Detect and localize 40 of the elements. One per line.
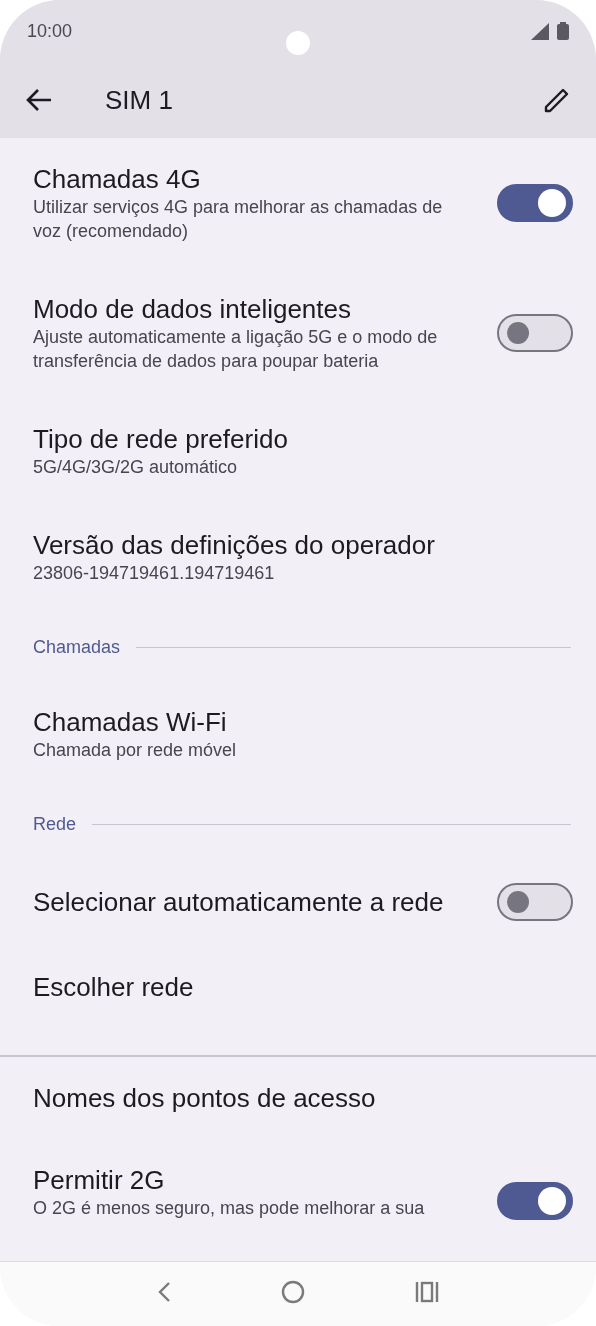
setting-title: Nomes dos pontos de acesso (33, 1082, 377, 1114)
setting-summary: O 2G é menos seguro, mas pode melhorar a sua (33, 1197, 426, 1220)
setting-title: Chamadas Wi-Fi (33, 706, 228, 738)
setting-title: Versão das definições do operador (33, 529, 436, 561)
settings-row[interactable]: Modo de dados inteligentes Ajuste automaticamente a ligação 5G e o modo de transferência de dados para poupar bateria (0, 268, 596, 398)
setting-title: Escolher rede (33, 971, 195, 1003)
setting-title: Tipo de rede preferido (33, 423, 289, 455)
setting-summary: 5G/4G/3G/2G automático (33, 456, 239, 479)
setting-title: Modo de dados inteligentes (33, 293, 352, 325)
settings-row[interactable]: Escolher rede (0, 946, 596, 1028)
battery-icon (557, 22, 569, 40)
home-nav-icon[interactable] (281, 1280, 305, 1304)
settings-row[interactable]: Versão das definições do operador 23806-194719461.194719461 (0, 504, 596, 610)
setting-title: Chamadas 4G (33, 163, 202, 195)
settings-row[interactable]: Nomes dos pontos de acesso (0, 1057, 596, 1139)
signal-icon (531, 22, 549, 40)
setting-summary: Ajuste automaticamente a ligação 5G e o modo de transferência de dados para poupar bateria (33, 326, 439, 373)
toggle-switch[interactable] (497, 184, 573, 222)
pencil-icon (544, 87, 570, 113)
settings-row[interactable]: Chamadas Wi-Fi Chamada por rede móvel (0, 681, 596, 787)
back-nav-icon[interactable] (157, 1281, 171, 1303)
page-title: SIM 1 (105, 83, 173, 117)
setting-summary: 23806-194719461.194719461 (33, 562, 276, 585)
setting-summary: Utilizar serviços 4G para melhorar as chamadas de voz (recomendado) (33, 196, 444, 243)
setting-title: Permitir 2G (33, 1164, 166, 1196)
back-arrow-icon (26, 88, 52, 112)
toggle-switch[interactable] (497, 883, 573, 921)
category-header: Chamadas (33, 636, 121, 659)
settings-row[interactable]: Selecionar automaticamente a rede (0, 858, 596, 946)
status-time: 10:00 (27, 19, 73, 43)
setting-summary: Chamada por rede móvel (33, 739, 238, 762)
setting-title: Selecionar automaticamente a rede (33, 886, 445, 918)
settings-row[interactable]: Chamadas 4G Utilizar serviços 4G para melhorar as chamadas de voz (recomendado) (0, 138, 596, 268)
toggle-switch[interactable] (497, 314, 573, 352)
camera-cutout (286, 31, 310, 55)
toggle-switch[interactable] (497, 1182, 573, 1220)
settings-row[interactable]: Tipo de rede preferido 5G/4G/3G/2G automático (0, 398, 596, 504)
category-header: Rede (33, 813, 77, 836)
settings-row[interactable]: Permitir 2G O 2G é menos seguro, mas pode melhorar a sua (0, 1139, 596, 1230)
recents-nav-icon[interactable] (415, 1281, 439, 1303)
